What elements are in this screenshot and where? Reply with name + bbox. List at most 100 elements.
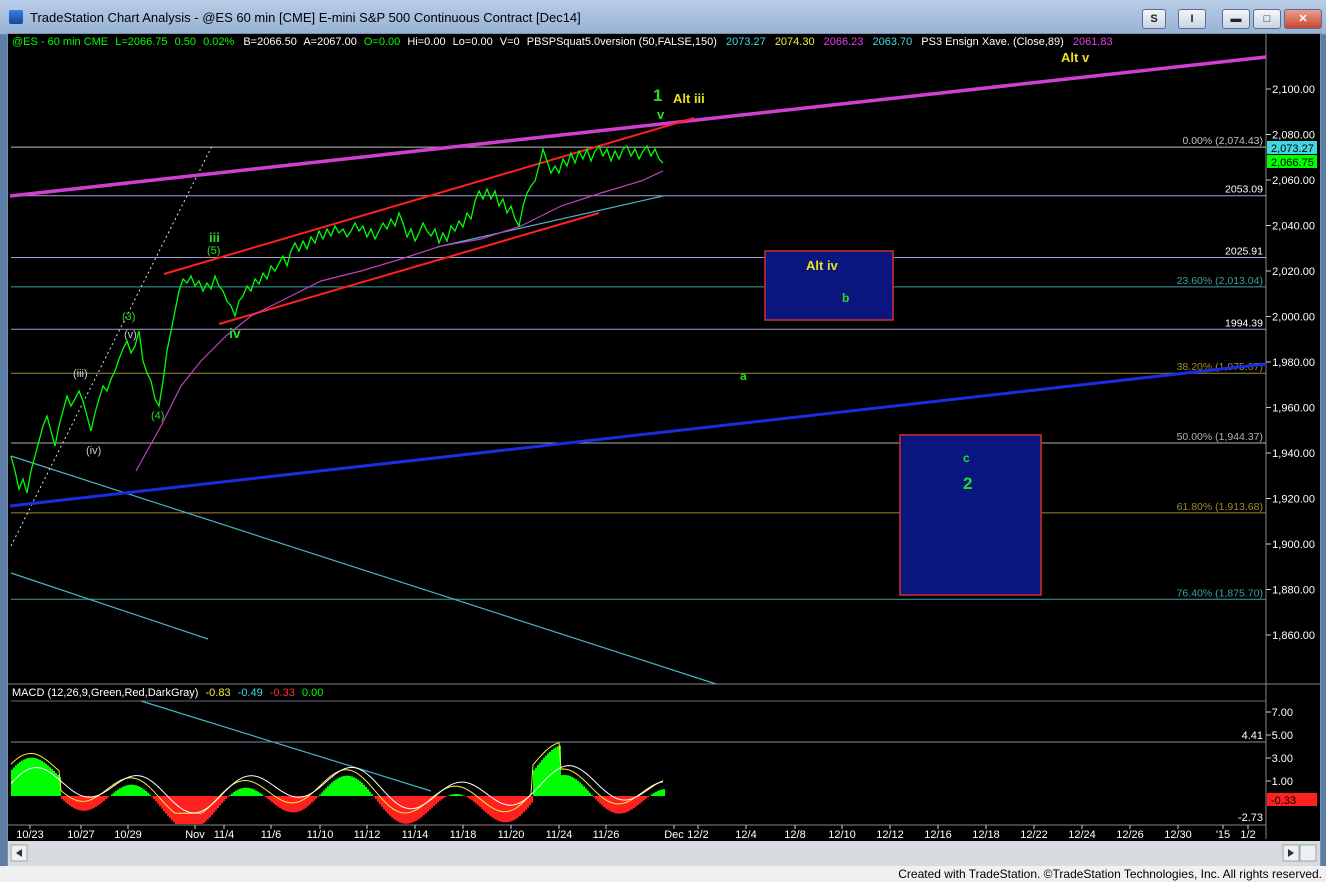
macd-bar [399,796,401,823]
symbol-button[interactable]: S [1142,9,1166,29]
macd-bar [587,790,589,796]
date-tick-label: 11/4 [214,829,235,841]
macd-bar [81,796,83,811]
window-titlebar: TradeStation Chart Analysis - @ES 60 min… [0,0,1326,35]
cyan-downtrend-line-lower[interactable] [10,572,209,640]
chart-frame: 0.00% (2,074.43) 2053.09 2025.91 23.60% (2,… [7,33,1321,867]
date-tick-label: 10/29 [114,829,142,841]
macd-bar [67,796,69,805]
macd-bar [315,796,317,799]
wave-2-target-box[interactable] [899,434,1042,596]
date-tick-label: 12/22 [1020,829,1048,841]
macd-bar [539,762,541,796]
macd-bar [567,775,569,796]
wave-label-v: v [657,107,665,122]
macd-bar [607,796,609,810]
macd-bar [221,796,223,804]
macd-bar [143,789,145,796]
minimize-button[interactable]: ▬ [1222,9,1250,29]
macd-bar [361,782,363,796]
macd-bar [227,796,229,797]
macd-bar [537,765,539,796]
macd-bar [643,796,645,801]
macd-bar [503,796,505,823]
macd-bar [483,796,485,811]
maximize-button[interactable]: □ [1253,9,1281,29]
macd-tick-label: 1.00 [1272,776,1293,788]
macd-bar [581,784,583,796]
macd-bar [531,796,533,803]
macd-bar [77,796,79,810]
macd-bar [85,796,87,811]
macd-bar [435,796,437,805]
blue-trendline[interactable] [9,362,1267,508]
macd-bar [663,789,665,796]
magenta-trendline[interactable] [9,55,1267,198]
price-tick-label: 2,040.00 [1272,221,1315,233]
price-tag-indicator-label: 2,073.27 [1271,143,1314,155]
macd-bar [39,759,41,796]
macd-current-tag-label: -0.33 [1271,795,1296,807]
macd-bar [141,787,143,796]
macd-bar [589,792,591,796]
price-tick-label: 2,000.00 [1272,312,1315,324]
macd-bar [113,792,115,796]
date-tick-label: '15 [1216,829,1230,841]
macd-bar [383,796,385,810]
macd-bar [47,765,49,796]
wave-label-alt-iii: Alt iii [673,91,705,106]
scroll-end-button[interactable] [1299,844,1317,862]
cyan-downtrend-line-upper[interactable] [10,455,717,685]
macd-bar [63,796,65,801]
macd-bar [661,789,663,796]
macd-bar [605,796,607,809]
date-tick-label: Nov [185,829,205,841]
level-label: 2053.09 [1225,184,1263,196]
macd-bar [545,755,547,796]
chart-header: @ES - 60 min CME L=2066.75 0.50 0.02% B=… [12,36,1113,48]
macd-bar [593,796,595,798]
macd-trendline[interactable] [140,700,432,792]
horizontal-scrollbar[interactable] [8,841,1320,866]
macd-bar [327,786,329,796]
date-tick-label: 11/14 [402,829,429,841]
macd-bar [131,784,133,796]
macd-bar [499,796,501,822]
date-tick-label: 11/6 [261,829,282,841]
macd-bar [127,785,129,796]
macd-bar [243,787,245,796]
date-tick-label: 10/27 [67,829,95,841]
date-tick-label: 11/20 [498,829,525,841]
macd-bar [291,796,293,813]
price-tick-label: 1,880.00 [1272,585,1315,597]
macd-bar [595,796,597,800]
macd-bar [359,781,361,796]
macd-bar [507,796,509,823]
date-tick-label: 12/4 [735,829,756,841]
macd-bar [351,776,353,796]
date-tick-label: 11/18 [450,829,477,841]
macd-bar [651,794,653,796]
macd-bar [229,795,231,796]
macd-bar [129,784,131,796]
chart-canvas[interactable]: 0.00% (2,074.43) 2053.09 2025.91 23.60% (2,… [8,34,1320,866]
close-button[interactable]: ✕ [1284,9,1322,29]
macd-bar [91,796,93,809]
macd-bar [393,796,395,820]
macd-bar [103,796,105,801]
level-label: 50.00% (1,944.37) [1177,431,1263,443]
wave-label-alt-iv: Alt iv [806,258,839,273]
macd-bar [647,796,649,798]
macd-bar [265,796,267,798]
macd-bar [201,796,203,824]
cyan-support-line[interactable] [436,195,664,248]
macd-bar [135,785,137,796]
macd-bar [623,796,625,814]
indicator-button[interactable]: I [1178,9,1206,29]
wave-label-1: 1 [653,86,662,105]
macd-bar [639,796,641,804]
macd-bar [21,760,23,796]
macd-bar [329,784,331,796]
retracement-levels: 0.00% (2,074.43) 2053.09 2025.91 23.60% (2,… [11,135,1266,600]
macd-bar [497,796,499,821]
